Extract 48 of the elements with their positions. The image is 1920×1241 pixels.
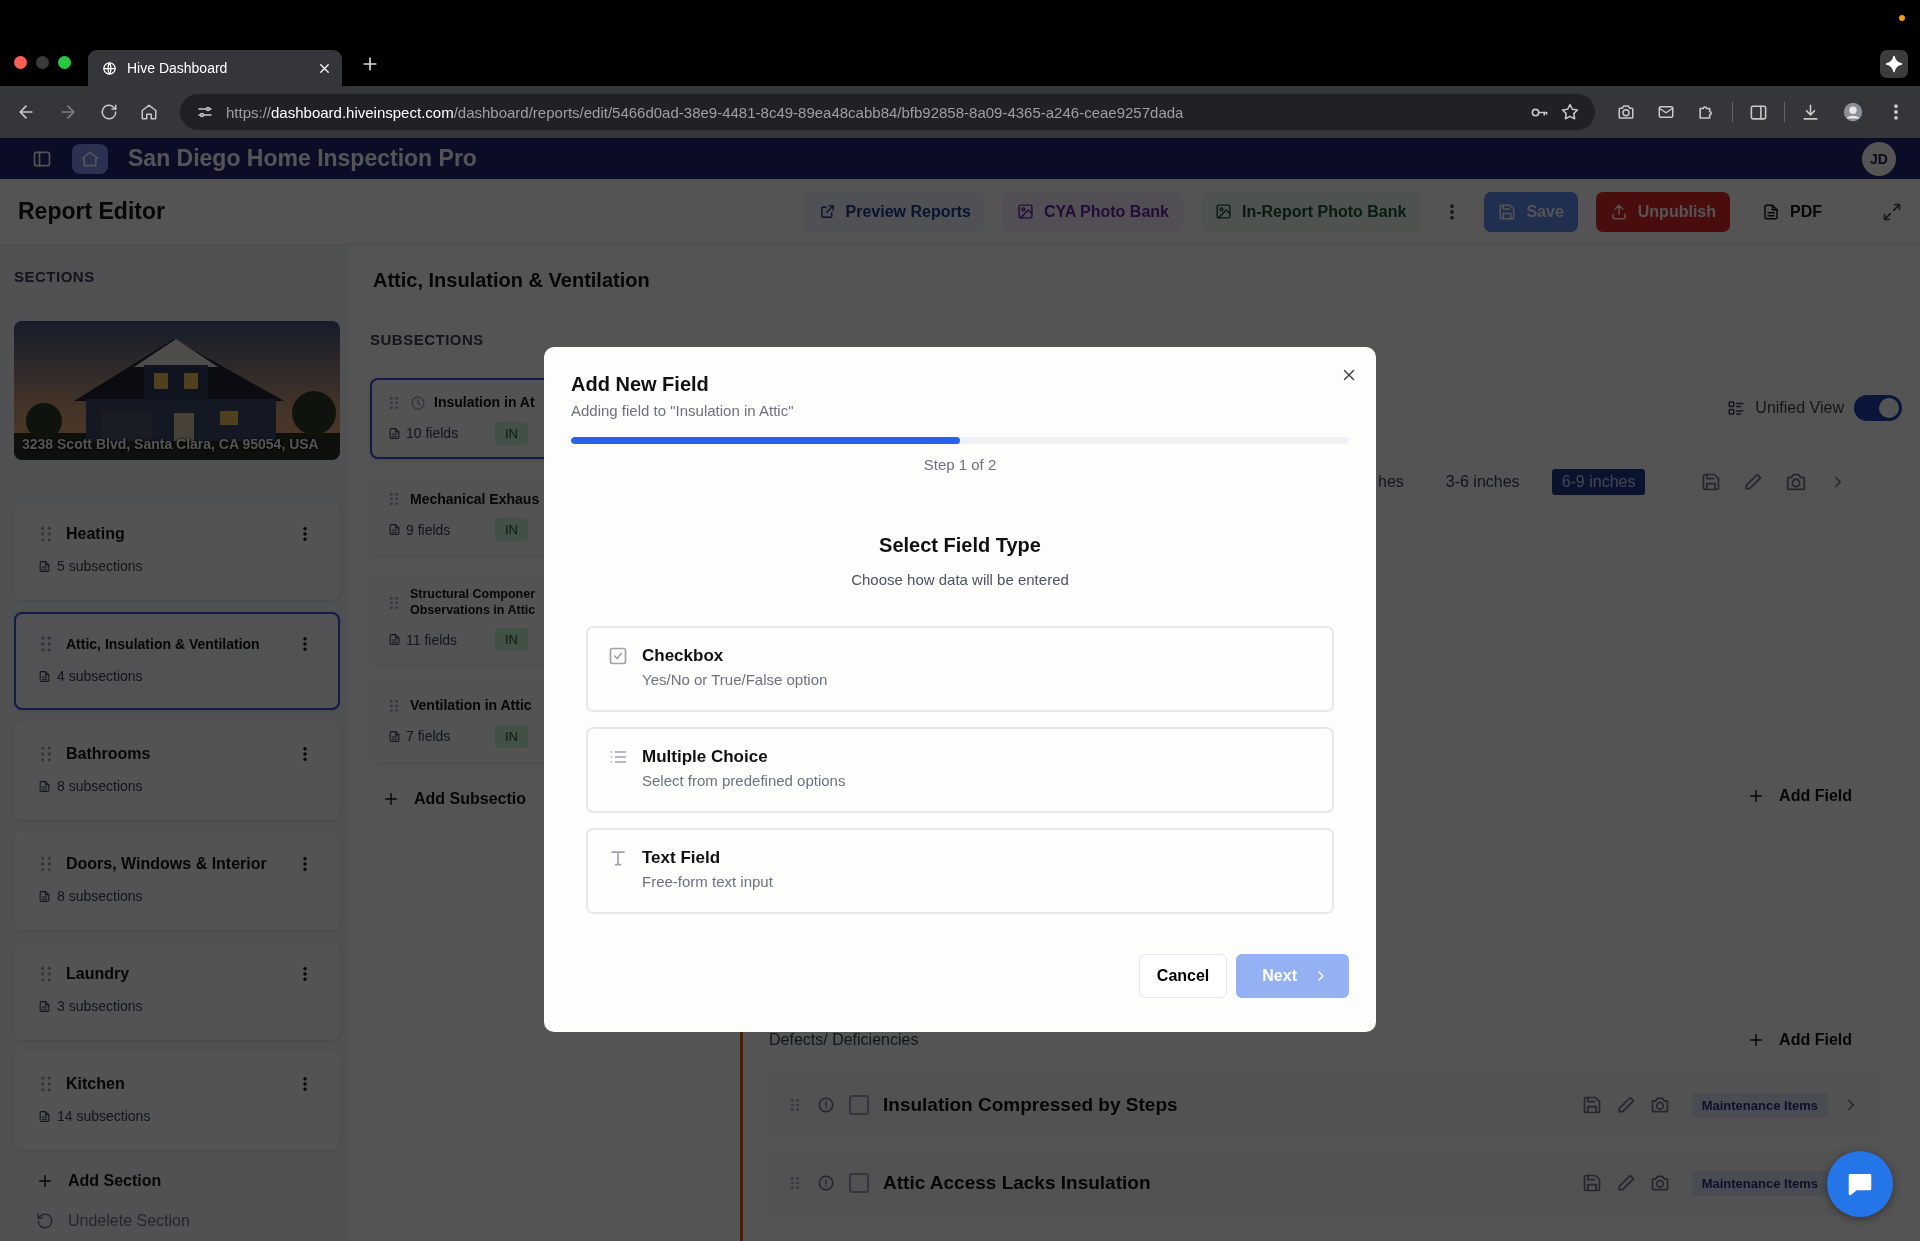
section-hint: Choose how data will be entered xyxy=(850,571,1070,588)
option-description: Select from predefined options xyxy=(642,772,846,789)
option-title: Text Field xyxy=(642,848,722,868)
section-name: Doors, Windows & Interior xyxy=(66,855,268,873)
section-title: Attic, Insulation & Ventilation xyxy=(372,268,651,293)
field-count: 11 fields xyxy=(406,631,459,648)
defect-title: Insulation Compressed by Steps xyxy=(883,1094,1179,1116)
subsection-title: Mechanical Exhaus xyxy=(410,490,540,508)
field-count: 10 fields xyxy=(406,425,460,441)
view-label: Unified View xyxy=(1755,399,1844,417)
status-badge: IN xyxy=(495,421,528,445)
subsection-count: 8 subsections xyxy=(57,888,143,904)
status-badge: IN xyxy=(495,628,528,652)
subsection-count: 4 subsections xyxy=(57,668,143,684)
subsection-count: 3 subsections xyxy=(57,998,143,1014)
step-label: Step 1 of 2 xyxy=(922,456,998,473)
section-name: Attic, Insulation & Ventilation xyxy=(66,636,261,652)
subsections-heading: SUBSECTIONS xyxy=(370,331,485,348)
dialog-subtitle: Adding field to "Insulation in Attic" xyxy=(571,402,795,419)
url-text: https://dashboard.hiveinspect.com/dashboard/reports/edit/5466d0ad-38e9-4481-8c49-89ea48cabb84/bfb92858-8a09-4365-a246-ceae9257dada xyxy=(226,103,1185,121)
subsection-title: Ventilation in Attic xyxy=(410,697,532,715)
option-description: Yes/No or True/False option xyxy=(642,671,828,688)
field-count: 7 fields xyxy=(406,728,452,745)
section-name: Bathrooms xyxy=(66,745,152,763)
status-badge: IN xyxy=(495,724,528,748)
section-name: Laundry xyxy=(66,965,131,983)
section-name: Heating xyxy=(66,525,126,543)
page-title: Report Editor xyxy=(18,198,166,225)
subsection-title: Insulation in At xyxy=(434,394,535,412)
defect-title: Attic Access Lacks Insulation xyxy=(883,1172,1152,1194)
subsection-title: Structural Componer Observations in Attic xyxy=(410,587,536,619)
group-title: Defects/ Deficiencies xyxy=(769,1031,919,1049)
subsection-count: 5 subsections xyxy=(57,558,143,574)
option-title: Multiple Choice xyxy=(642,747,769,767)
category-tag: Maintenance Items xyxy=(1691,1092,1828,1118)
property-address: 3238 Scott Blvd, Santa Clara, CA 95054, USA xyxy=(22,436,319,452)
category-tag: Maintenance Items xyxy=(1691,1170,1828,1196)
subsection-count: 8 subsections xyxy=(57,778,143,794)
status-badge: IN xyxy=(495,518,528,541)
section-heading: Select Field Type xyxy=(878,534,1042,557)
section-name: Kitchen xyxy=(66,1075,126,1093)
company-name: San Diego Home Inspection Pro xyxy=(128,145,478,172)
option-description: Free-form text input xyxy=(642,873,773,890)
option-title: Checkbox xyxy=(642,646,725,666)
sections-heading: SECTIONS xyxy=(14,268,96,285)
dialog-title: Add New Field xyxy=(571,373,710,396)
field-count: 9 fields xyxy=(406,521,452,538)
subsection-count: 14 subsections xyxy=(57,1108,151,1124)
